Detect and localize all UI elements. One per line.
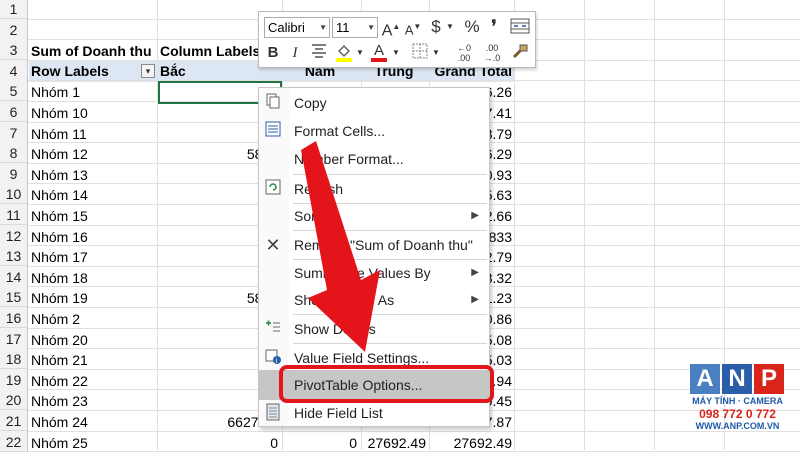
anp-logo: A N P MÁY TÍNH · CAMERA 098 772 0 772 WW… [690,364,785,434]
logo-letter-p: P [754,364,784,394]
logo-tagline: MÁY TÍNH · CAMERA [692,396,783,406]
logo-phone: 098 772 0 772 [699,407,776,421]
logo-letter-a: A [690,364,720,394]
logo-website: WWW.ANP.COM.VN [695,421,780,431]
pointer-arrow-icon [301,141,380,352]
logo-letter-n: N [722,364,752,394]
